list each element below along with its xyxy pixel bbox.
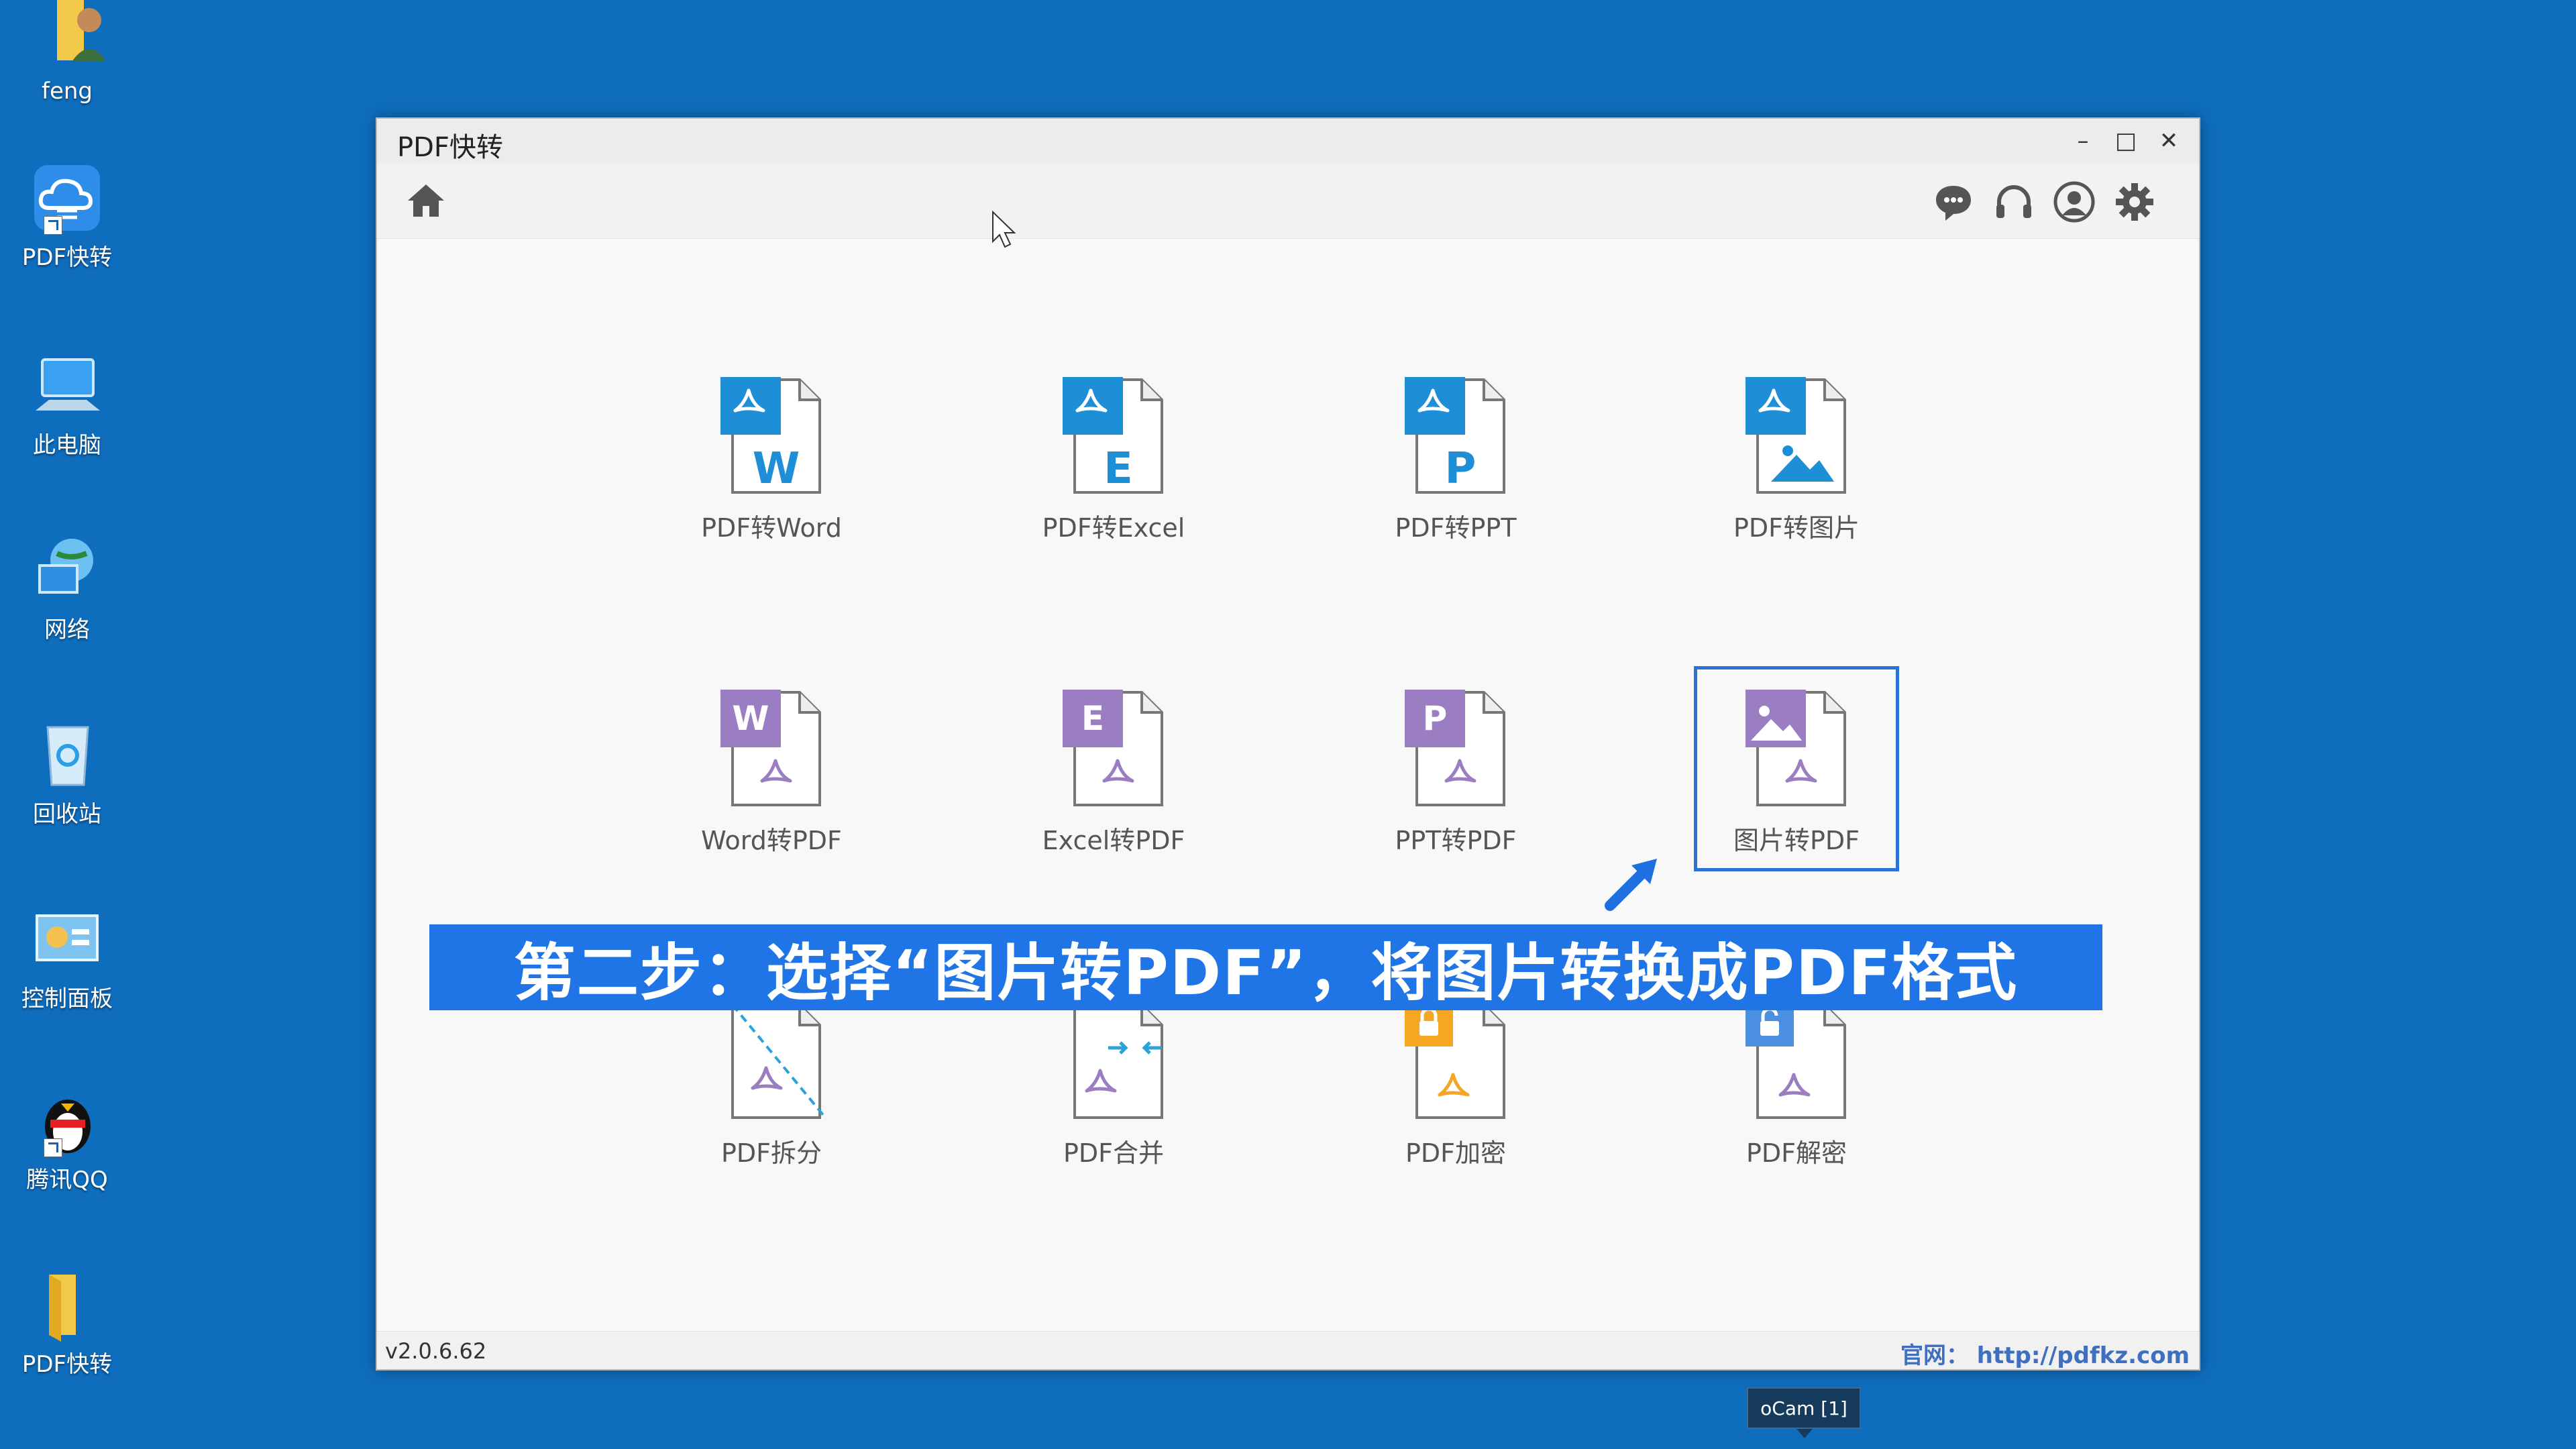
recycle-bin-icon [30, 718, 104, 792]
tool-tile[interactable]: PDF转图片 [1696, 376, 1897, 577]
computer-icon [30, 349, 104, 423]
pdf-file-icon: P [1403, 688, 1511, 809]
tool-tile[interactable]: W PDF转Word [671, 376, 872, 577]
tool-label: PDF转PPT [1395, 513, 1517, 543]
maximize-button[interactable]: □ [2110, 125, 2141, 156]
pdf-file-icon [719, 1001, 828, 1122]
desktop-icon-control-panel[interactable]: 控制面板 [7, 902, 127, 1013]
tool-tile[interactable]: PDF合并 [1013, 1001, 1214, 1202]
control-panel-icon [30, 902, 104, 976]
tool-tile[interactable]: PDF拆分 [671, 1001, 872, 1202]
title-bar[interactable]: PDF快转 – □ ✕ [377, 119, 2199, 164]
pdf-file-icon: P [1403, 376, 1511, 496]
tool-label: PDF合并 [1063, 1138, 1165, 1168]
desktop-label: PDF快转 [21, 244, 113, 271]
mouse-cursor-icon [990, 210, 1017, 251]
tool-label: 图片转PDF [1733, 826, 1860, 855]
shortcut-arrow-icon [44, 216, 62, 235]
qq-penguin-icon [30, 1083, 104, 1157]
toolbar-right-icons [1932, 180, 2156, 223]
tool-tile[interactable]: E PDF转Excel [1013, 376, 1214, 577]
desktop-icon-network[interactable]: 网络 [7, 533, 127, 644]
desktop-icon-recycle-bin[interactable]: 回收站 [7, 718, 127, 828]
tool-tile[interactable]: PDF加密 [1355, 1001, 1556, 1202]
chat-icon[interactable] [1932, 180, 1975, 223]
desktop-icon-feng[interactable]: feng [7, 0, 127, 105]
desktop-label: PDF快转 [21, 1351, 113, 1378]
pointer-arrow-icon [1603, 852, 1664, 912]
desktop-label: 腾讯QQ [26, 1167, 108, 1193]
tool-label: PPT转PDF [1395, 826, 1517, 855]
shortcut-arrow-icon [44, 1138, 62, 1157]
close-button[interactable]: ✕ [2153, 125, 2184, 156]
desktop-icon-pdf-folder[interactable]: PDF快转 [7, 1268, 127, 1379]
desktop-icon-qq[interactable]: 腾讯QQ [7, 1083, 127, 1194]
pdf-file-icon [1061, 1001, 1169, 1122]
user-icon[interactable] [2053, 180, 2096, 223]
folder-icon [30, 1268, 104, 1342]
desktop-label: feng [41, 78, 93, 105]
pdf-file-icon: E [1061, 376, 1169, 496]
tool-label: PDF拆分 [720, 1138, 822, 1168]
pdf-file-icon [1744, 1001, 1851, 1122]
tool-tile[interactable]: E Excel转PDF [1013, 688, 1214, 890]
cloud-app-icon [30, 161, 104, 235]
pdf-file-icon [1744, 376, 1851, 496]
pdf-file-icon [1744, 688, 1851, 809]
desktop-label: 网络 [44, 616, 90, 643]
tool-tile[interactable]: 图片转PDF [1694, 666, 1899, 871]
tool-label: PDF加密 [1405, 1138, 1507, 1168]
minimize-button[interactable]: – [2068, 125, 2098, 156]
pdf-app-window: PDF快转 – □ ✕ v2.0.6.62 官网： http://pdfkz.c… [376, 117, 2200, 1371]
ocam-taskbar-tooltip[interactable]: oCam [1] [1747, 1387, 1861, 1438]
gear-icon[interactable] [2113, 180, 2156, 223]
desktop-label: 此电脑 [33, 432, 101, 459]
user-folder-icon [30, 0, 107, 74]
pdf-file-icon: E [1061, 688, 1169, 809]
svg-text:P: P [1423, 699, 1448, 738]
pdf-file-icon [1403, 1001, 1511, 1122]
svg-text:W: W [732, 699, 769, 738]
tool-letter: E [1104, 444, 1133, 494]
website-link[interactable]: 官网： http://pdfkz.com [1900, 1337, 2190, 1370]
desktop-label: 回收站 [33, 801, 101, 828]
tool-tile[interactable]: P PDF转PPT [1355, 376, 1556, 577]
home-icon[interactable] [405, 180, 447, 222]
desktop-icon-pdf-app[interactable]: PDF快转 [7, 161, 127, 272]
tool-label: PDF转Word [701, 513, 842, 543]
toolbar [377, 164, 2199, 239]
tool-tile[interactable]: W Word转PDF [671, 688, 872, 890]
version-label: v2.0.6.62 [385, 1338, 487, 1364]
pdf-file-icon: W [719, 688, 826, 809]
window-title: PDF快转 [397, 132, 503, 163]
desktop-icon-computer[interactable]: 此电脑 [7, 349, 127, 460]
step-banner: 第二步：选择“图片转PDF”，将图片转换成PDF格式 [429, 924, 2102, 1010]
pdf-file-icon: W [719, 376, 826, 496]
window-controls: – □ ✕ [2068, 125, 2184, 156]
tool-tile[interactable]: PDF解密 [1696, 1001, 1897, 1202]
tool-label: PDF解密 [1746, 1138, 1847, 1168]
tool-label: Word转PDF [701, 826, 842, 855]
tool-label: PDF转图片 [1733, 513, 1860, 543]
status-footer: v2.0.6.62 官网： http://pdfkz.com [377, 1331, 2199, 1369]
network-icon [30, 533, 104, 607]
svg-text:E: E [1081, 699, 1104, 738]
tool-letter: P [1445, 444, 1477, 494]
tool-tile[interactable]: P PPT转PDF [1355, 688, 1556, 890]
tools-panel [377, 239, 2199, 1332]
tool-label: PDF转Excel [1042, 513, 1185, 543]
headset-icon[interactable] [1992, 180, 2035, 223]
tool-letter: W [753, 444, 800, 494]
tool-label: Excel转PDF [1042, 826, 1185, 855]
desktop-label: 控制面板 [21, 985, 113, 1012]
